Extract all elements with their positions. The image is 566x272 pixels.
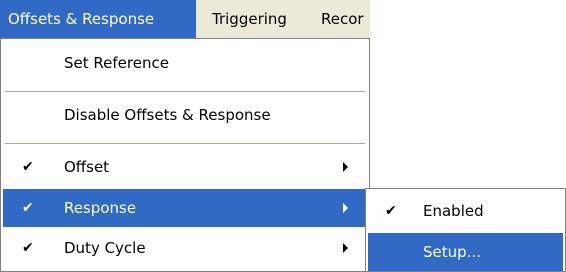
menubar-item-triggering[interactable]: Triggering xyxy=(212,0,287,38)
submenu-arrow-icon xyxy=(343,162,348,172)
menu-item-offset[interactable]: ✔ Offset xyxy=(3,147,367,187)
menubar-item-recording[interactable]: Recor xyxy=(321,0,370,38)
submenu-item-label: Setup... xyxy=(423,243,481,261)
menubar-item-offsets-response[interactable]: Offsets & Response xyxy=(0,0,196,38)
menu-item-disable-offsets-response[interactable]: Disable Offsets & Response xyxy=(3,97,367,133)
submenu-item-setup[interactable]: Setup... xyxy=(368,233,563,271)
menu-separator xyxy=(5,143,365,144)
check-icon: ✔ xyxy=(385,203,397,219)
offsets-response-menu: Set Reference Disable Offsets & Response… xyxy=(0,38,370,272)
check-icon: ✔ xyxy=(22,200,34,216)
menu-separator xyxy=(5,91,365,92)
menu-item-label: Response xyxy=(64,199,137,217)
menu-item-label: Set Reference xyxy=(64,54,169,72)
submenu-arrow-icon xyxy=(343,203,348,213)
menu-item-response[interactable]: ✔ Response xyxy=(3,189,367,227)
menu-item-label: Duty Cycle xyxy=(64,239,146,257)
check-icon: ✔ xyxy=(22,240,34,256)
response-submenu: ✔ Enabled Setup... xyxy=(365,188,566,272)
submenu-item-label: Enabled xyxy=(423,202,484,220)
menu-item-label: Offset xyxy=(64,158,110,176)
menu-item-set-reference[interactable]: Set Reference xyxy=(3,45,367,81)
menu-bar: Offsets & Response Triggering Recor xyxy=(0,0,370,39)
check-icon: ✔ xyxy=(22,159,34,175)
submenu-arrow-icon xyxy=(343,243,348,253)
submenu-item-enabled[interactable]: ✔ Enabled xyxy=(368,192,563,230)
menu-item-label: Disable Offsets & Response xyxy=(64,106,271,124)
menu-item-duty-cycle[interactable]: ✔ Duty Cycle xyxy=(3,229,367,267)
